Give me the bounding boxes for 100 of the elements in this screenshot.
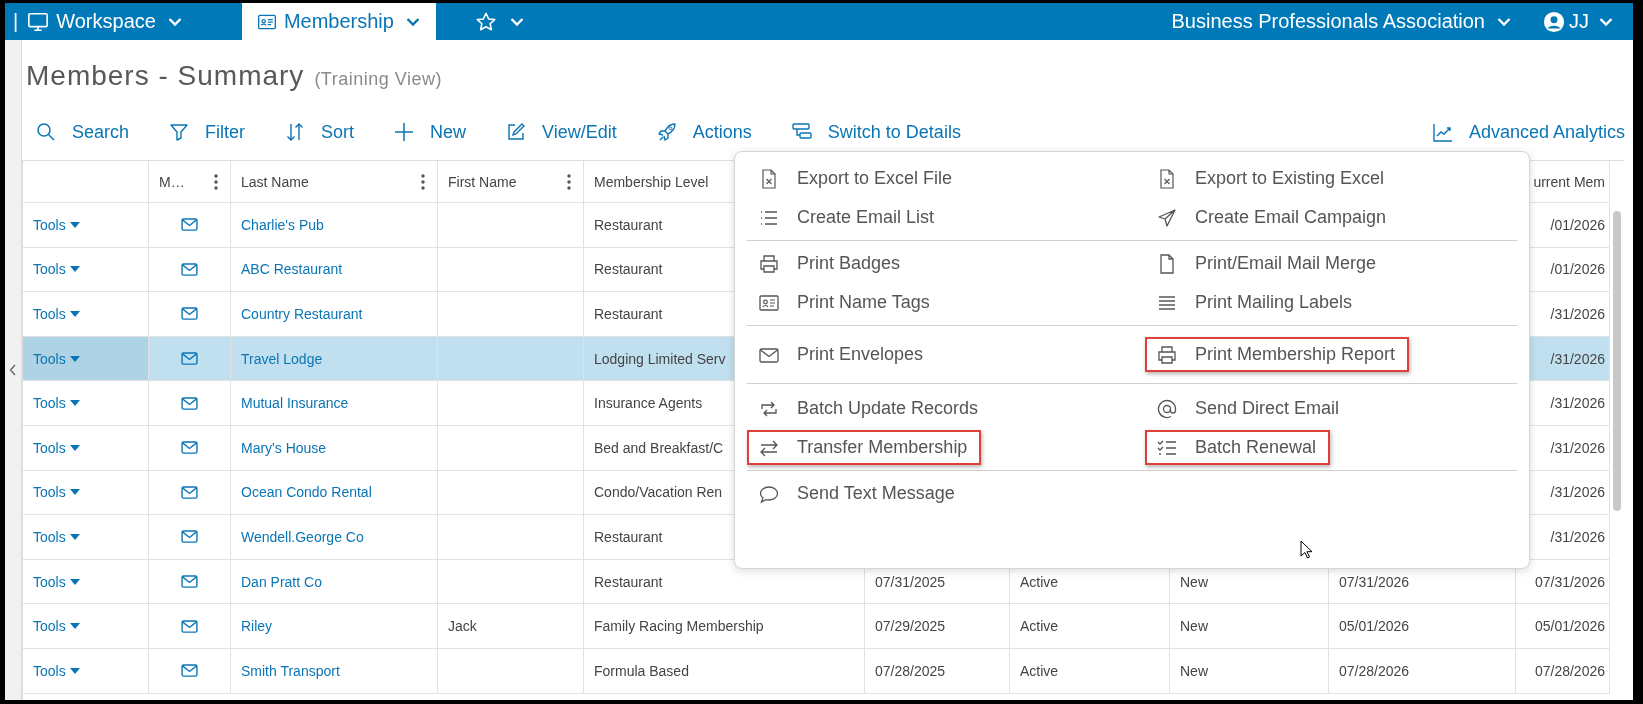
member-name-link[interactable]: Dan Pratt Co bbox=[241, 573, 322, 590]
tools-dropdown[interactable]: Tools bbox=[33, 439, 80, 456]
table-cell: Restaurant bbox=[594, 528, 663, 545]
menu-item[interactable]: Print Envelopes bbox=[747, 337, 938, 372]
menu-item[interactable]: Batch Renewal bbox=[1145, 430, 1331, 465]
table-row[interactable]: Tools Smith Transport Formula Based 07/28/2025 Active New 07/28/2026 07/28/2026 bbox=[23, 648, 1610, 694]
printer-icon bbox=[759, 253, 779, 274]
table-cell: 07/31/2026 bbox=[1534, 573, 1605, 590]
table-cell: Formula Based bbox=[594, 662, 689, 679]
member-name-link[interactable]: Travel Lodge bbox=[241, 350, 323, 367]
nav-tab[interactable]: Membership bbox=[241, 3, 436, 40]
paper-plane-icon bbox=[1157, 207, 1177, 228]
table-cell: New bbox=[1180, 573, 1208, 590]
menu-item[interactable]: Print Mailing Labels bbox=[1145, 285, 1367, 320]
member-name-link[interactable]: Charlie's Pub bbox=[241, 216, 324, 233]
table-cell: 05/01/2026 bbox=[1339, 618, 1410, 635]
menu-item[interactable]: Batch Update Records bbox=[747, 391, 993, 426]
table-cell: /01/2026 bbox=[1550, 261, 1605, 278]
table-cell: /31/2026 bbox=[1550, 306, 1605, 322]
table-cell: Active bbox=[1020, 573, 1059, 590]
monitor-icon bbox=[26, 10, 51, 33]
tools-dropdown[interactable]: Tools bbox=[33, 395, 80, 412]
menu-item[interactable]: Send Direct Email bbox=[1145, 391, 1354, 426]
printer-icon bbox=[1157, 344, 1177, 365]
switch-view-icon bbox=[791, 122, 812, 142]
more-options-icon[interactable] bbox=[214, 173, 218, 190]
menu-item[interactable]: Export to Existing Excel bbox=[1145, 161, 1399, 196]
member-name-link[interactable]: Mutual Insurance bbox=[241, 395, 349, 412]
table-cell: Restaurant bbox=[594, 306, 663, 322]
envelope-icon[interactable] bbox=[181, 396, 198, 410]
menu-item[interactable]: Print Membership Report bbox=[1145, 337, 1410, 372]
id-card-icon bbox=[759, 292, 779, 313]
analytics-button[interactable]: Advanced Analytics bbox=[1432, 121, 1625, 143]
filter-icon bbox=[169, 122, 190, 142]
toolbar-button[interactable]: Actions bbox=[656, 121, 752, 143]
member-name-link[interactable]: Riley bbox=[241, 618, 273, 635]
menu-item[interactable]: Transfer Membership bbox=[747, 430, 982, 465]
caret-icon bbox=[69, 533, 80, 540]
member-name-link[interactable]: Mary's House bbox=[241, 439, 327, 456]
menu-item[interactable]: Create Email Campaign bbox=[1145, 200, 1401, 235]
tools-dropdown[interactable]: Tools bbox=[33, 484, 80, 501]
caret-icon bbox=[69, 221, 80, 228]
toolbar-button[interactable]: View/Edit bbox=[506, 121, 617, 143]
tools-dropdown[interactable]: Tools bbox=[33, 350, 80, 367]
line-chart-icon bbox=[1432, 122, 1453, 142]
member-name-link[interactable]: Wendell.George Co bbox=[241, 528, 364, 545]
caret-icon bbox=[69, 266, 80, 273]
menu-item[interactable]: Print Name Tags bbox=[747, 285, 944, 320]
toolbar-button[interactable]: Filter bbox=[169, 121, 246, 143]
toolbar-button[interactable]: Sort bbox=[285, 121, 355, 143]
scrollbar-thumb[interactable] bbox=[1613, 211, 1621, 511]
page-title: Members - Summary bbox=[26, 60, 305, 92]
organization-menu[interactable]: Business Professionals Association bbox=[1169, 3, 1523, 40]
column-header[interactable]: Last Name bbox=[231, 161, 438, 203]
more-options-icon[interactable] bbox=[421, 173, 425, 190]
tools-dropdown[interactable]: Tools bbox=[33, 662, 80, 679]
menu-item[interactable]: Print/Email Mail Merge bbox=[1145, 246, 1391, 281]
member-name-link[interactable]: Ocean Condo Rental bbox=[241, 484, 372, 501]
more-options-icon[interactable] bbox=[567, 173, 571, 190]
toolbar-button[interactable]: Switch to Details bbox=[791, 121, 961, 143]
column-header[interactable]: M… bbox=[149, 161, 231, 203]
tools-dropdown[interactable]: Tools bbox=[33, 261, 80, 278]
member-name-link[interactable]: ABC Restaurant bbox=[241, 261, 343, 278]
nav-tab[interactable]: Workspace bbox=[24, 3, 194, 40]
table-cell: 05/01/2026 bbox=[1534, 618, 1605, 635]
member-name-link[interactable]: Smith Transport bbox=[241, 662, 340, 679]
envelope-icon[interactable] bbox=[181, 575, 198, 589]
user-menu[interactable]: JJ bbox=[1541, 3, 1625, 40]
envelope-icon[interactable] bbox=[181, 530, 198, 544]
menu-item[interactable]: Create Email List bbox=[747, 200, 949, 235]
caret-icon bbox=[69, 667, 80, 674]
envelope-icon[interactable] bbox=[181, 441, 198, 455]
menu-item[interactable]: Send Text Message bbox=[747, 476, 969, 511]
tools-dropdown[interactable]: Tools bbox=[33, 528, 80, 545]
table-cell: /01/2026 bbox=[1550, 216, 1605, 233]
menu-item[interactable]: Print Badges bbox=[747, 246, 915, 281]
tools-dropdown[interactable]: Tools bbox=[33, 216, 80, 233]
table-cell: Active bbox=[1020, 662, 1059, 679]
envelope-icon[interactable] bbox=[181, 485, 198, 499]
spreadsheet-file-icon bbox=[1157, 168, 1177, 189]
table-row[interactable]: Tools Riley Jack Family Racing Membership 07/29/2025 Active New 05/01/2026 05/01/2026 bbox=[23, 604, 1610, 649]
member-name-link[interactable]: Country Restaurant bbox=[241, 306, 363, 322]
toolbar-button[interactable]: Search bbox=[36, 121, 130, 143]
chevron-down-icon bbox=[1497, 16, 1511, 27]
envelope-icon[interactable] bbox=[181, 664, 198, 678]
envelope-icon[interactable] bbox=[181, 352, 198, 366]
envelope-icon[interactable] bbox=[181, 262, 198, 276]
caret-icon bbox=[69, 400, 80, 407]
tools-dropdown[interactable]: Tools bbox=[33, 618, 80, 635]
envelope-icon[interactable] bbox=[181, 307, 198, 321]
table-cell: 07/31/2026 bbox=[1339, 573, 1410, 590]
tools-dropdown[interactable]: Tools bbox=[33, 573, 80, 590]
table-cell: Restaurant bbox=[594, 573, 663, 590]
edit-icon bbox=[506, 122, 527, 142]
envelope-icon[interactable] bbox=[181, 218, 198, 232]
toolbar-button[interactable]: New bbox=[394, 121, 467, 143]
envelope-icon[interactable] bbox=[181, 619, 198, 633]
tools-dropdown[interactable]: Tools bbox=[33, 306, 80, 322]
column-header[interactable]: First Name bbox=[438, 161, 584, 203]
collapse-icon[interactable] bbox=[9, 364, 17, 376]
